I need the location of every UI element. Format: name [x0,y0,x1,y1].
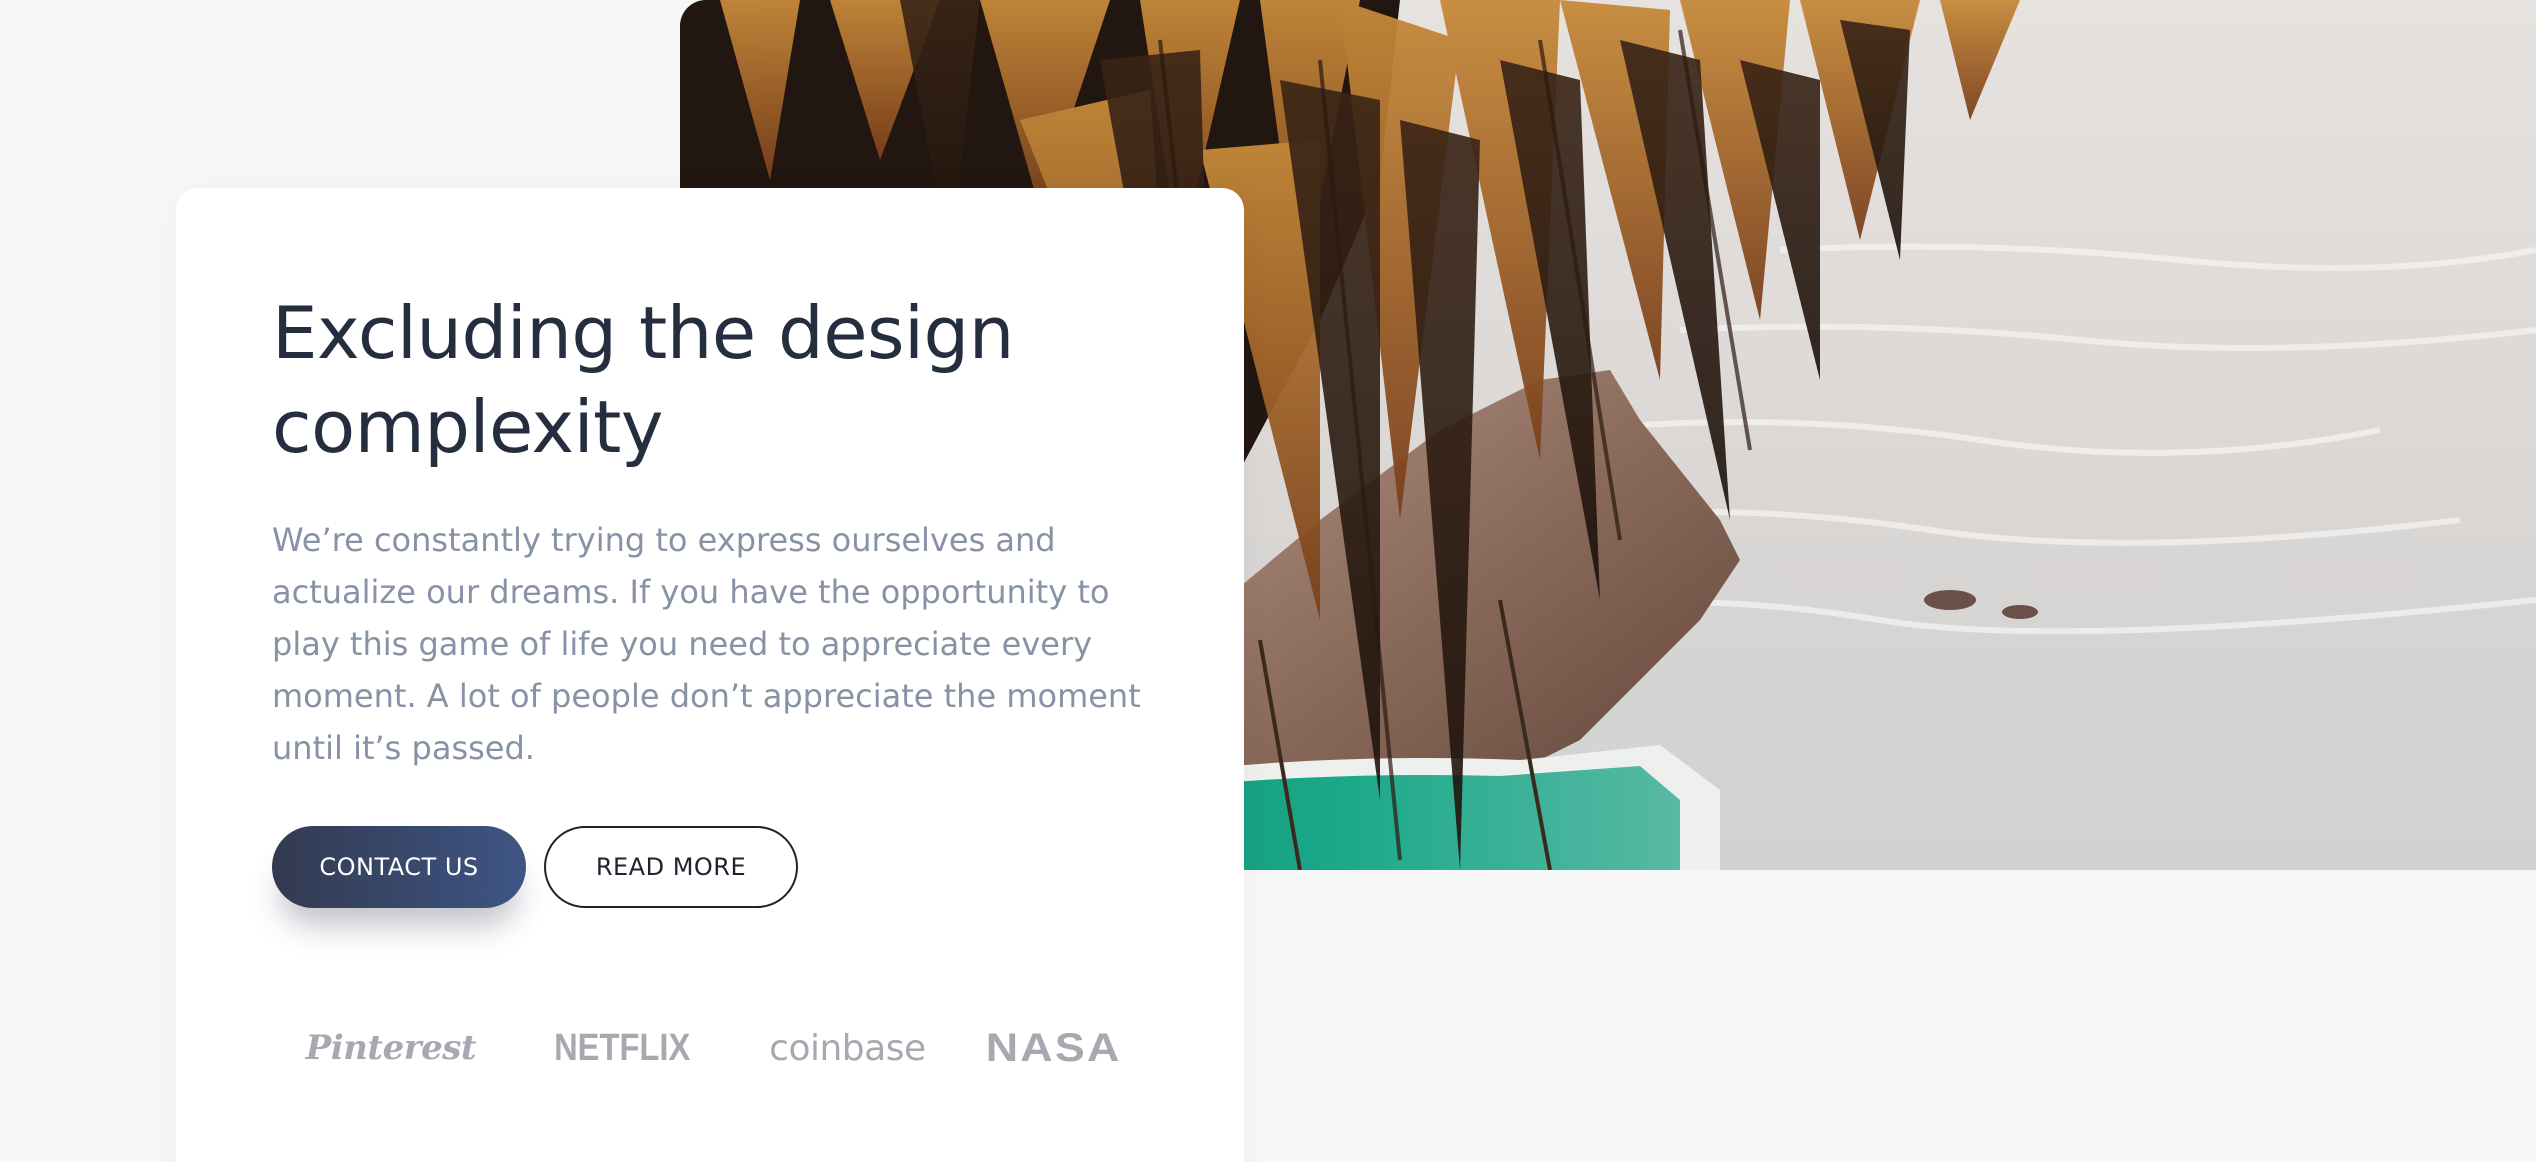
read-more-button[interactable]: READ MORE [544,826,798,908]
pinterest-logo: Pinterest [305,1028,477,1068]
nasa-logo: NASA [985,1025,1122,1070]
page: Excluding the design complexity We’re co… [0,0,2536,1162]
content-card: Excluding the design complexity We’re co… [176,188,1244,1162]
netflix-logo: NETFLIX [554,1026,691,1069]
card-description: We’re constantly trying to express ourse… [272,521,1141,767]
contact-us-button[interactable]: CONTACT US [272,826,526,908]
card-title: Excluding the design complexity [272,291,1014,469]
coinbase-logo: coinbase [769,1027,926,1069]
partner-logos: Pinterest NETFLIX coinbase NASA [272,1008,1148,1088]
button-group: CONTACT US READ MORE [272,826,798,908]
